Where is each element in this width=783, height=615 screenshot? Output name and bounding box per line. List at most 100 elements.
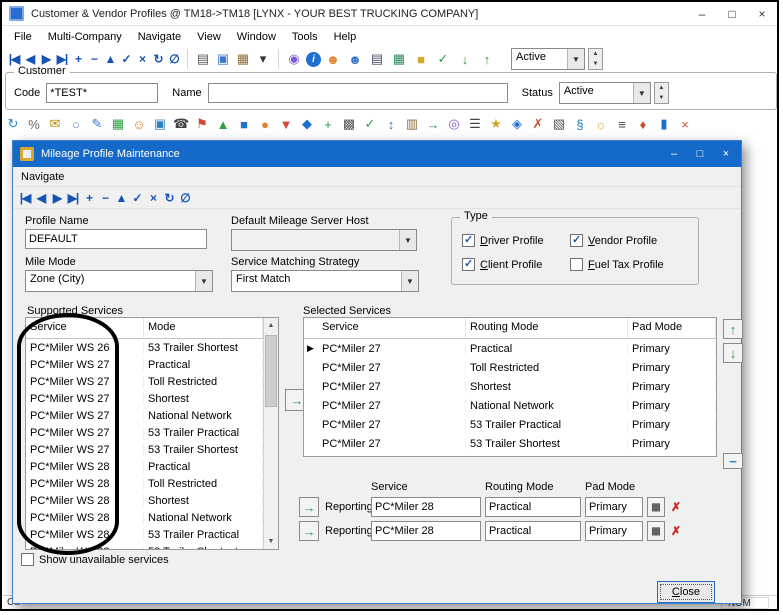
folder-icon[interactable]: ■ <box>411 52 431 67</box>
table-row[interactable]: PC*Miler WS 28Toll Restricted <box>26 475 263 492</box>
status-spinner[interactable]: ▲▼ <box>654 82 669 104</box>
last-record-icon[interactable]: ▶| <box>65 191 81 205</box>
table-row[interactable]: PC*Miler WS 28Practical <box>26 458 263 475</box>
scrollbar-thumb[interactable] <box>265 335 277 407</box>
toolbar-icon[interactable]: ✎ <box>89 116 105 132</box>
edit-record-icon[interactable]: ▲ <box>113 191 129 205</box>
table-row[interactable]: PC*Miler WS 2853 Trailer Practical <box>26 526 263 543</box>
checkbox-box[interactable] <box>570 234 583 247</box>
next-record-icon[interactable]: ▶ <box>49 191 65 205</box>
column-header-mode[interactable]: Mode <box>144 318 263 338</box>
reporting1-service-field[interactable] <box>371 497 481 517</box>
toolbar-icon[interactable]: ▧ <box>551 116 567 132</box>
dialog-maximize-icon[interactable]: □ <box>687 144 713 164</box>
prior-record-icon[interactable]: ◀ <box>33 191 49 205</box>
insert-record-icon[interactable]: + <box>81 191 97 205</box>
post-edit-icon[interactable]: ✓ <box>129 191 145 205</box>
refresh-icon[interactable]: ↻ <box>161 191 177 205</box>
table-row[interactable]: PC*Miler 27ShortestPrimary <box>304 377 716 396</box>
copy-icon[interactable]: ▣ <box>213 51 233 67</box>
reporting1-pad-field[interactable] <box>585 497 643 517</box>
table-row[interactable]: PC*Miler WS 27National Network <box>26 407 263 424</box>
minimize-icon[interactable]: – <box>687 3 717 25</box>
checkbox-box[interactable] <box>462 234 475 247</box>
edit-record-icon[interactable]: ▲ <box>102 52 118 66</box>
maximize-icon[interactable]: □ <box>717 3 747 25</box>
contacts-icon[interactable]: ☻ <box>323 52 343 67</box>
toolbar-icon[interactable]: ▦ <box>110 116 126 132</box>
reporting2-clear-button[interactable]: ✗ <box>667 521 685 541</box>
spinner-down-icon[interactable]: ▼ <box>655 93 668 103</box>
table-row[interactable]: PC*Miler WS 27Practical <box>26 356 263 373</box>
layout-icon[interactable]: ▦ <box>233 51 253 67</box>
delete-record-icon[interactable]: − <box>97 191 113 205</box>
dialog-minimize-icon[interactable]: – <box>661 144 687 164</box>
table-row[interactable]: PC*Miler WS 28Shortest <box>26 492 263 509</box>
toolbar-icon[interactable]: × <box>677 117 693 132</box>
insert-record-icon[interactable]: + <box>70 52 86 66</box>
chevron-down-icon[interactable]: ▼ <box>195 271 212 291</box>
view-filter-icon[interactable]: ∅ <box>166 52 182 66</box>
next-record-icon[interactable]: ▶ <box>38 52 54 66</box>
web-icon[interactable]: ◉ <box>284 51 304 67</box>
toolbar-icon[interactable]: ↕ <box>383 117 399 132</box>
toolbar-icon[interactable]: ♦ <box>635 117 651 132</box>
close-icon[interactable]: × <box>747 3 777 25</box>
menu-item[interactable]: Tools <box>284 31 326 43</box>
show-unavailable-checkbox[interactable]: Show unavailable services <box>21 553 169 566</box>
toolbar-icon[interactable]: + <box>320 117 336 132</box>
record-spinner[interactable]: ▲▼ <box>588 48 603 70</box>
reporting2-service-field[interactable] <box>371 521 481 541</box>
reporting2-lookup-button[interactable]: ▦ <box>647 521 665 541</box>
fuel-tax-profile-checkbox[interactable]: Fuel Tax Profile <box>570 258 664 271</box>
matching-strategy-dropdown[interactable]: First Match ▼ <box>231 270 419 292</box>
toolbar-icon[interactable]: ▩ <box>341 116 357 132</box>
toolbar-icon[interactable]: ▮ <box>656 116 672 132</box>
chevron-down-icon[interactable]: ▼ <box>567 49 584 69</box>
reporting1-lookup-button[interactable]: ▦ <box>647 497 665 517</box>
print-icon[interactable]: ▤ <box>193 51 213 67</box>
chevron-down-icon[interactable]: ▼ <box>399 230 416 250</box>
scroll-down-icon[interactable]: ▼ <box>264 534 278 549</box>
table-row[interactable]: PC*Miler 2753 Trailer ShortestPrimary <box>304 434 716 453</box>
column-header-service[interactable]: Service <box>26 318 144 338</box>
spinner-down-icon[interactable]: ▼ <box>589 59 602 69</box>
spinner-up-icon[interactable]: ▲ <box>589 49 602 59</box>
column-header-pad-mode[interactable]: Pad Mode <box>628 318 716 338</box>
reporting2-routing-field[interactable] <box>485 521 581 541</box>
menu-item[interactable]: Multi-Company <box>40 31 130 43</box>
reporting2-assign-button[interactable]: → <box>299 521 319 541</box>
code-field[interactable] <box>46 83 158 103</box>
prior-record-icon[interactable]: ◀ <box>22 52 38 66</box>
menu-item[interactable]: Help <box>326 31 365 43</box>
move-down-button[interactable]: ↓ <box>723 343 743 363</box>
table-row[interactable]: PC*Miler WS 2753 Trailer Practical <box>26 424 263 441</box>
toolbar-icon[interactable]: → <box>425 117 441 132</box>
table-row[interactable]: PC*Miler WS 28National Network <box>26 509 263 526</box>
menu-item[interactable]: Navigate <box>130 31 189 43</box>
checkbox-box[interactable] <box>570 258 583 271</box>
checkbox-box[interactable] <box>462 258 475 271</box>
scroll-up-icon[interactable]: ▲ <box>264 318 278 333</box>
toolbar-icon[interactable]: ◆ <box>299 116 315 132</box>
post-edit-icon[interactable]: ✓ <box>118 52 134 66</box>
import-icon[interactable]: ↓ <box>455 52 475 67</box>
toolbar-icon[interactable]: ☰ <box>467 116 483 132</box>
toolbar-icon[interactable]: ▲ <box>215 117 231 132</box>
move-up-button[interactable]: ↑ <box>723 319 743 339</box>
export-icon[interactable]: ↑ <box>477 52 497 67</box>
toolbar-icon[interactable]: ✓ <box>362 116 378 132</box>
menu-item[interactable]: View <box>189 31 229 43</box>
first-record-icon[interactable]: |◀ <box>17 191 33 205</box>
column-header-service[interactable]: Service <box>318 318 466 338</box>
table-row[interactable]: PC*Miler WS 27Shortest <box>26 390 263 407</box>
user-icon[interactable]: ☻ <box>345 52 365 67</box>
table-row[interactable]: PC*Miler WS 2653 Trailer Shortest <box>26 339 263 356</box>
folder-check-icon[interactable]: ✓ <box>433 51 453 67</box>
print-preview-icon[interactable]: ▤ <box>367 51 387 67</box>
reporting1-routing-field[interactable] <box>485 497 581 517</box>
table-row[interactable]: PC*Miler 2753 Trailer PracticalPrimary <box>304 415 716 434</box>
menu-item[interactable]: File <box>6 31 40 43</box>
driver-profile-checkbox[interactable]: Driver Profile <box>462 234 544 247</box>
table-row[interactable]: PC*Miler WS 27Toll Restricted <box>26 373 263 390</box>
